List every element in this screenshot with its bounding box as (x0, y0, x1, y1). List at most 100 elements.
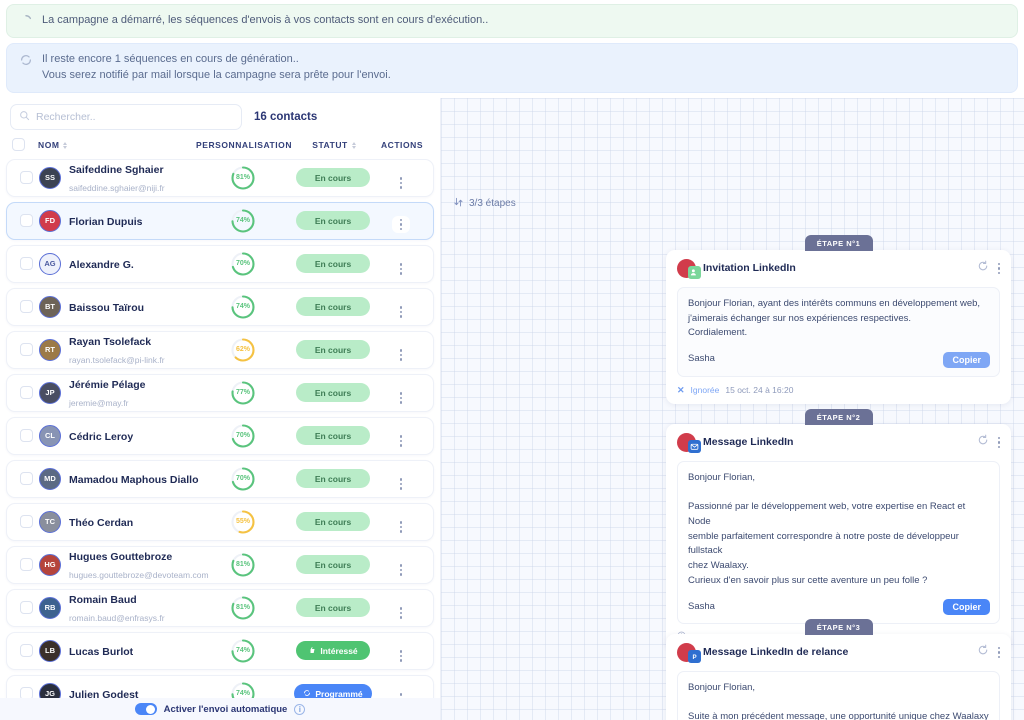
row-checkbox[interactable] (19, 386, 33, 400)
status-badge[interactable]: En cours (296, 168, 370, 188)
row-checkbox-cell[interactable] (13, 214, 39, 228)
row-checkbox[interactable] (19, 687, 33, 698)
actions-cell[interactable] (375, 683, 427, 698)
row-actions-menu-button[interactable] (399, 392, 403, 404)
table-row[interactable]: LB Lucas Burlot 74% Intéressé (6, 631, 434, 670)
actions-cell[interactable] (375, 253, 427, 275)
status-badge[interactable]: En cours (296, 254, 370, 274)
row-checkbox[interactable] (19, 429, 33, 443)
message-line: Bonjour Florian, (688, 471, 756, 483)
actions-cell[interactable] (375, 640, 427, 662)
row-actions-menu-button[interactable] (399, 607, 403, 619)
personalisation-cell: 74% (195, 681, 291, 698)
row-checkbox-cell[interactable] (13, 300, 39, 314)
actions-cell[interactable] (375, 468, 427, 490)
table-row[interactable]: BT Baissou Taïrou 74% En cours (6, 287, 434, 326)
actions-cell[interactable] (375, 339, 427, 361)
actions-cell[interactable] (375, 597, 427, 619)
status-cell: En cours (291, 211, 375, 231)
row-checkbox-cell[interactable] (13, 343, 39, 357)
status-badge[interactable]: En cours (296, 297, 370, 317)
status-badge[interactable]: En cours (296, 340, 370, 360)
status-badge[interactable]: En cours (296, 469, 370, 489)
row-checkbox[interactable] (19, 214, 33, 228)
actions-cell[interactable] (375, 296, 427, 318)
row-actions-menu-button[interactable] (391, 215, 411, 234)
table-row[interactable]: FD Florian Dupuis 74% En cours (6, 201, 434, 240)
row-checkbox-cell[interactable] (13, 429, 39, 443)
row-checkbox[interactable] (19, 171, 33, 185)
actions-cell[interactable] (375, 208, 427, 234)
status-badge[interactable]: Programmé (294, 684, 372, 698)
info-icon[interactable]: i (294, 703, 306, 715)
search-input[interactable] (36, 110, 233, 123)
campaign-detail-page: La campagne a démarré, les séquences d'e… (0, 0, 1024, 720)
copy-button[interactable]: Copier (943, 351, 990, 368)
row-actions-menu-button[interactable] (399, 478, 403, 490)
regenerate-icon[interactable] (977, 433, 989, 451)
row-checkbox[interactable] (19, 300, 33, 314)
regenerate-icon[interactable] (977, 259, 989, 277)
row-actions-menu-button[interactable] (399, 564, 403, 576)
status-badge[interactable]: En cours (296, 426, 370, 446)
table-row[interactable]: HG Hugues Gouttebroze hugues.gouttebroze… (6, 545, 434, 584)
row-checkbox-cell[interactable] (13, 558, 39, 572)
status-badge[interactable]: En cours (296, 211, 370, 231)
auto-send-toggle[interactable] (134, 703, 157, 715)
row-checkbox[interactable] (19, 558, 33, 572)
status-badge[interactable]: Intéressé (296, 641, 370, 661)
row-actions-menu-button[interactable] (399, 349, 403, 361)
status-badge[interactable]: En cours (296, 598, 370, 618)
row-checkbox-cell[interactable] (13, 472, 39, 486)
table-row[interactable]: MD Mamadou Maphous Diallo 70% En cours (6, 459, 434, 498)
row-checkbox-cell[interactable] (13, 687, 39, 698)
select-all-checkbox-cell[interactable] (12, 137, 38, 153)
table-row[interactable]: JG Julien Godest 74% Programmé (6, 674, 434, 698)
status-badge-label: En cours (314, 387, 352, 398)
row-actions-menu-button[interactable] (399, 650, 403, 662)
sort-arrows-icon[interactable] (351, 141, 356, 149)
row-checkbox-cell[interactable] (13, 386, 39, 400)
status-badge[interactable]: En cours (296, 383, 370, 403)
table-row[interactable]: RB Romain Baud romain.baud@enfrasys.fr 8… (6, 588, 434, 627)
kebab-menu-icon[interactable] (997, 262, 1000, 275)
regenerate-icon[interactable] (977, 643, 989, 661)
status-badge[interactable]: En cours (296, 512, 370, 532)
table-row[interactable]: TC Théo Cerdan 55% En cours (6, 502, 434, 541)
row-actions-menu-button[interactable] (399, 306, 403, 318)
row-checkbox[interactable] (19, 257, 33, 271)
header-name[interactable]: NOM (38, 140, 196, 150)
row-actions-menu-button[interactable] (399, 521, 403, 533)
row-checkbox[interactable] (19, 644, 33, 658)
row-actions-menu-button[interactable] (399, 263, 403, 275)
copy-button[interactable]: Copier (943, 599, 990, 616)
row-checkbox[interactable] (19, 472, 33, 486)
kebab-menu-icon[interactable] (997, 436, 1000, 449)
select-all-checkbox[interactable] (12, 137, 25, 151)
row-checkbox-cell[interactable] (13, 644, 39, 658)
table-row[interactable]: CL Cédric Leroy 70% En cours (6, 416, 434, 455)
table-row[interactable]: RT Rayan Tsolefack rayan.tsolefack@pi-li… (6, 330, 434, 369)
table-row[interactable]: AG Alexandre G. 70% En cours (6, 244, 434, 283)
header-statut[interactable]: STATUT (292, 140, 376, 150)
row-actions-menu-button[interactable] (399, 177, 403, 189)
actions-cell[interactable] (375, 511, 427, 533)
row-checkbox[interactable] (19, 601, 33, 615)
row-checkbox-cell[interactable] (13, 257, 39, 271)
status-badge[interactable]: En cours (296, 555, 370, 575)
row-actions-menu-button[interactable] (399, 435, 403, 447)
actions-cell[interactable] (375, 425, 427, 447)
actions-cell[interactable] (375, 554, 427, 576)
table-row[interactable]: SS Saifeddine Sghaier saifeddine.sghaier… (6, 158, 434, 197)
actions-cell[interactable] (375, 382, 427, 404)
search-field-wrapper[interactable] (10, 103, 242, 130)
actions-cell[interactable] (375, 167, 427, 189)
sort-arrows-icon[interactable] (63, 141, 68, 149)
row-checkbox[interactable] (19, 515, 33, 529)
row-checkbox-cell[interactable] (13, 171, 39, 185)
row-checkbox[interactable] (19, 343, 33, 357)
table-row[interactable]: JP Jérémie Pélage jeremie@may.fr 77% En … (6, 373, 434, 412)
row-checkbox-cell[interactable] (13, 515, 39, 529)
kebab-menu-icon[interactable] (997, 646, 1000, 659)
row-checkbox-cell[interactable] (13, 601, 39, 615)
